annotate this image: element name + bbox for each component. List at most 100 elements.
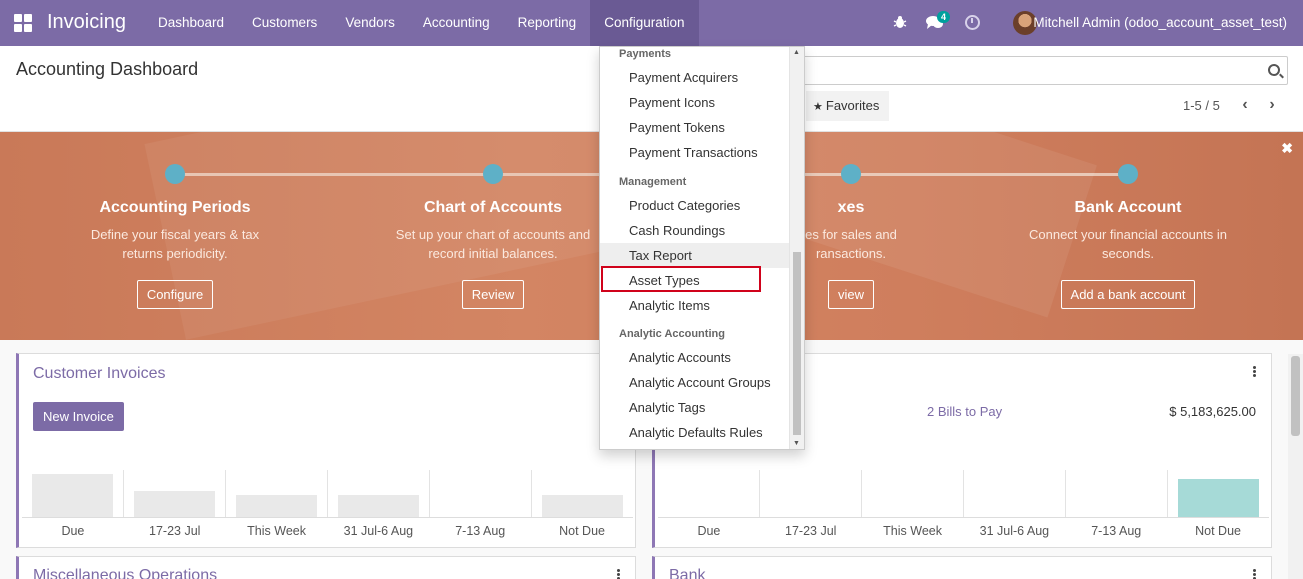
- bar-label: Not Due: [1195, 524, 1241, 538]
- app-brand[interactable]: Invoicing: [47, 11, 126, 34]
- bar-slot[interactable]: [861, 470, 963, 517]
- close-icon[interactable]: ✖: [1281, 140, 1293, 157]
- menu-item-payment-tokens[interactable]: Payment Tokens: [600, 115, 789, 140]
- review-button[interactable]: Review: [461, 280, 525, 309]
- bar-slot[interactable]: [531, 470, 633, 517]
- menu-item-analytic-account-groups[interactable]: Analytic Account Groups: [600, 370, 789, 395]
- bills-bar-graph[interactable]: [658, 470, 1269, 518]
- step-title: Chart of Accounts: [423, 199, 563, 216]
- search-icon[interactable]: [1268, 64, 1280, 76]
- menu-item-payment-icons[interactable]: Payment Icons: [600, 90, 789, 115]
- highlight-asset-types: [601, 266, 761, 292]
- dropdown-scrollbar[interactable]: ▲ ▼: [789, 47, 804, 449]
- scroll-up-arrow-icon[interactable]: ▲: [793, 49, 800, 56]
- bills-to-pay-link[interactable]: 2 Bills to Pay: [927, 404, 1002, 419]
- step-title: Accounting Periods: [99, 199, 251, 216]
- configure-button[interactable]: Configure: [136, 280, 214, 309]
- step-bank-account: Bank Account Connect your financial acco…: [978, 164, 1278, 309]
- bar[interactable]: [32, 473, 113, 517]
- scroll-down-arrow-icon[interactable]: ▼: [793, 440, 800, 447]
- bug-icon[interactable]: [893, 15, 907, 29]
- card-title[interactable]: Bank: [669, 567, 705, 579]
- card-options-icon[interactable]: [1253, 569, 1256, 579]
- bills-bar-labels: Due 17-23 Jul This Week 31 Jul-6 Aug 7-13 Au…: [658, 524, 1269, 538]
- step-description: Connect your financial accounts in secon…: [1028, 227, 1227, 261]
- menu-item-payment-transactions[interactable]: Payment Transactions: [600, 140, 789, 165]
- step-description: Define your fiscal years & tax returns p…: [90, 227, 260, 261]
- bar-label: This Week: [247, 524, 306, 538]
- bar-label: 7-13 Aug: [455, 524, 506, 538]
- chat-count-badge: 4: [937, 11, 951, 23]
- menu-item-cash-roundings[interactable]: Cash Roundings: [600, 218, 789, 243]
- bar[interactable]: [542, 495, 623, 517]
- bills-amount: $ 5,183,625.00: [1169, 404, 1256, 419]
- page-scrollbar[interactable]: [1288, 354, 1303, 579]
- bar[interactable]: [1178, 478, 1259, 517]
- bar-label: Not Due: [559, 524, 605, 538]
- step-dot: [483, 164, 503, 184]
- new-invoice-button[interactable]: New Invoice: [33, 402, 124, 431]
- card-title[interactable]: Customer Invoices: [33, 365, 166, 383]
- dropdown-section-payments: Payments: [619, 48, 671, 60]
- bar-label: Due: [697, 524, 721, 538]
- bar-slot[interactable]: [123, 470, 225, 517]
- menu-item-payment-acquirers[interactable]: Payment Acquirers: [600, 65, 789, 90]
- bar-slot[interactable]: [1065, 470, 1167, 517]
- menu-vendors[interactable]: Vendors: [331, 0, 409, 46]
- favorites-button[interactable]: ★ Favorites: [806, 91, 889, 121]
- step-title: Bank Account: [1074, 199, 1182, 216]
- invoice-bar-labels: Due 17-23 Jul This Week 31 Jul-6 Aug 7-13 Au…: [22, 524, 633, 538]
- page-scroll-thumb[interactable]: [1291, 356, 1300, 436]
- miscellaneous-operations-card: Miscellaneous Operations: [16, 556, 636, 579]
- bar-slot[interactable]: [429, 470, 531, 517]
- top-navbar: Invoicing Dashboard Customers Vendors Ac…: [0, 0, 1303, 46]
- menu-accounting[interactable]: Accounting: [409, 0, 504, 46]
- menu-item-analytic-tags[interactable]: Analytic Tags: [600, 395, 789, 420]
- search-input[interactable]: [800, 56, 1288, 85]
- apps-menu-icon[interactable]: [14, 14, 32, 32]
- pager-value[interactable]: 1-5 / 5: [1183, 98, 1220, 113]
- bar-label: 17-23 Jul: [149, 524, 201, 538]
- invoice-bar-graph[interactable]: [22, 470, 633, 518]
- step-dot: [841, 164, 861, 184]
- chevron-right-icon[interactable]: ›: [1264, 96, 1280, 114]
- menu-dashboard[interactable]: Dashboard: [144, 0, 238, 46]
- menu-item-tax-report[interactable]: Tax Report: [600, 243, 789, 268]
- card-title[interactable]: Miscellaneous Operations: [33, 567, 217, 579]
- step-chart-of-accounts: Chart of Accounts Set up your chart of a…: [343, 164, 643, 309]
- step-dot: [1118, 164, 1138, 184]
- bar-slot[interactable]: [963, 470, 1065, 517]
- step-accounting-periods: Accounting Periods Define your fiscal ye…: [25, 164, 325, 309]
- menu-configuration[interactable]: Configuration: [590, 0, 699, 46]
- menu-item-analytic-accounts[interactable]: Analytic Accounts: [600, 345, 789, 370]
- card-options-icon[interactable]: [1253, 366, 1256, 377]
- bar[interactable]: [236, 495, 317, 517]
- bar-slot[interactable]: [1167, 470, 1269, 517]
- menu-item-analytic-items[interactable]: Analytic Items: [600, 293, 789, 318]
- bar-label: 31 Jul-6 Aug: [979, 524, 1050, 538]
- bar-slot[interactable]: [327, 470, 429, 517]
- user-menu[interactable]: Mitchell Admin (odoo_account_asset_test): [1033, 15, 1287, 30]
- chevron-left-icon[interactable]: ‹: [1237, 96, 1253, 114]
- configuration-dropdown: Payments Payment Acquirers Payment Icons…: [599, 46, 805, 450]
- bar[interactable]: [338, 495, 419, 517]
- menu-reporting[interactable]: Reporting: [504, 0, 591, 46]
- dropdown-section-management: Management: [619, 176, 687, 188]
- bank-card: Bank: [652, 556, 1272, 579]
- menu-item-product-categories[interactable]: Product Categories: [600, 193, 789, 218]
- dropdown-section-analytic-accounting: Analytic Accounting: [619, 328, 725, 340]
- bar-label: This Week: [883, 524, 942, 538]
- card-options-icon[interactable]: [617, 569, 620, 579]
- add-bank-account-button[interactable]: Add a bank account: [1060, 280, 1196, 309]
- dropdown-scroll-thumb[interactable]: [793, 252, 801, 435]
- bar[interactable]: [134, 490, 215, 517]
- menu-customers[interactable]: Customers: [238, 0, 331, 46]
- bar-slot[interactable]: [225, 470, 327, 517]
- bar-label: 7-13 Aug: [1091, 524, 1142, 538]
- bar-slot[interactable]: [759, 470, 861, 517]
- bar-slot[interactable]: [658, 470, 759, 517]
- menu-item-analytic-defaults-rules[interactable]: Analytic Defaults Rules: [600, 420, 789, 445]
- bar-slot[interactable]: [22, 470, 123, 517]
- review-taxes-button[interactable]: view: [827, 280, 874, 309]
- activity-clock-icon[interactable]: [965, 15, 980, 30]
